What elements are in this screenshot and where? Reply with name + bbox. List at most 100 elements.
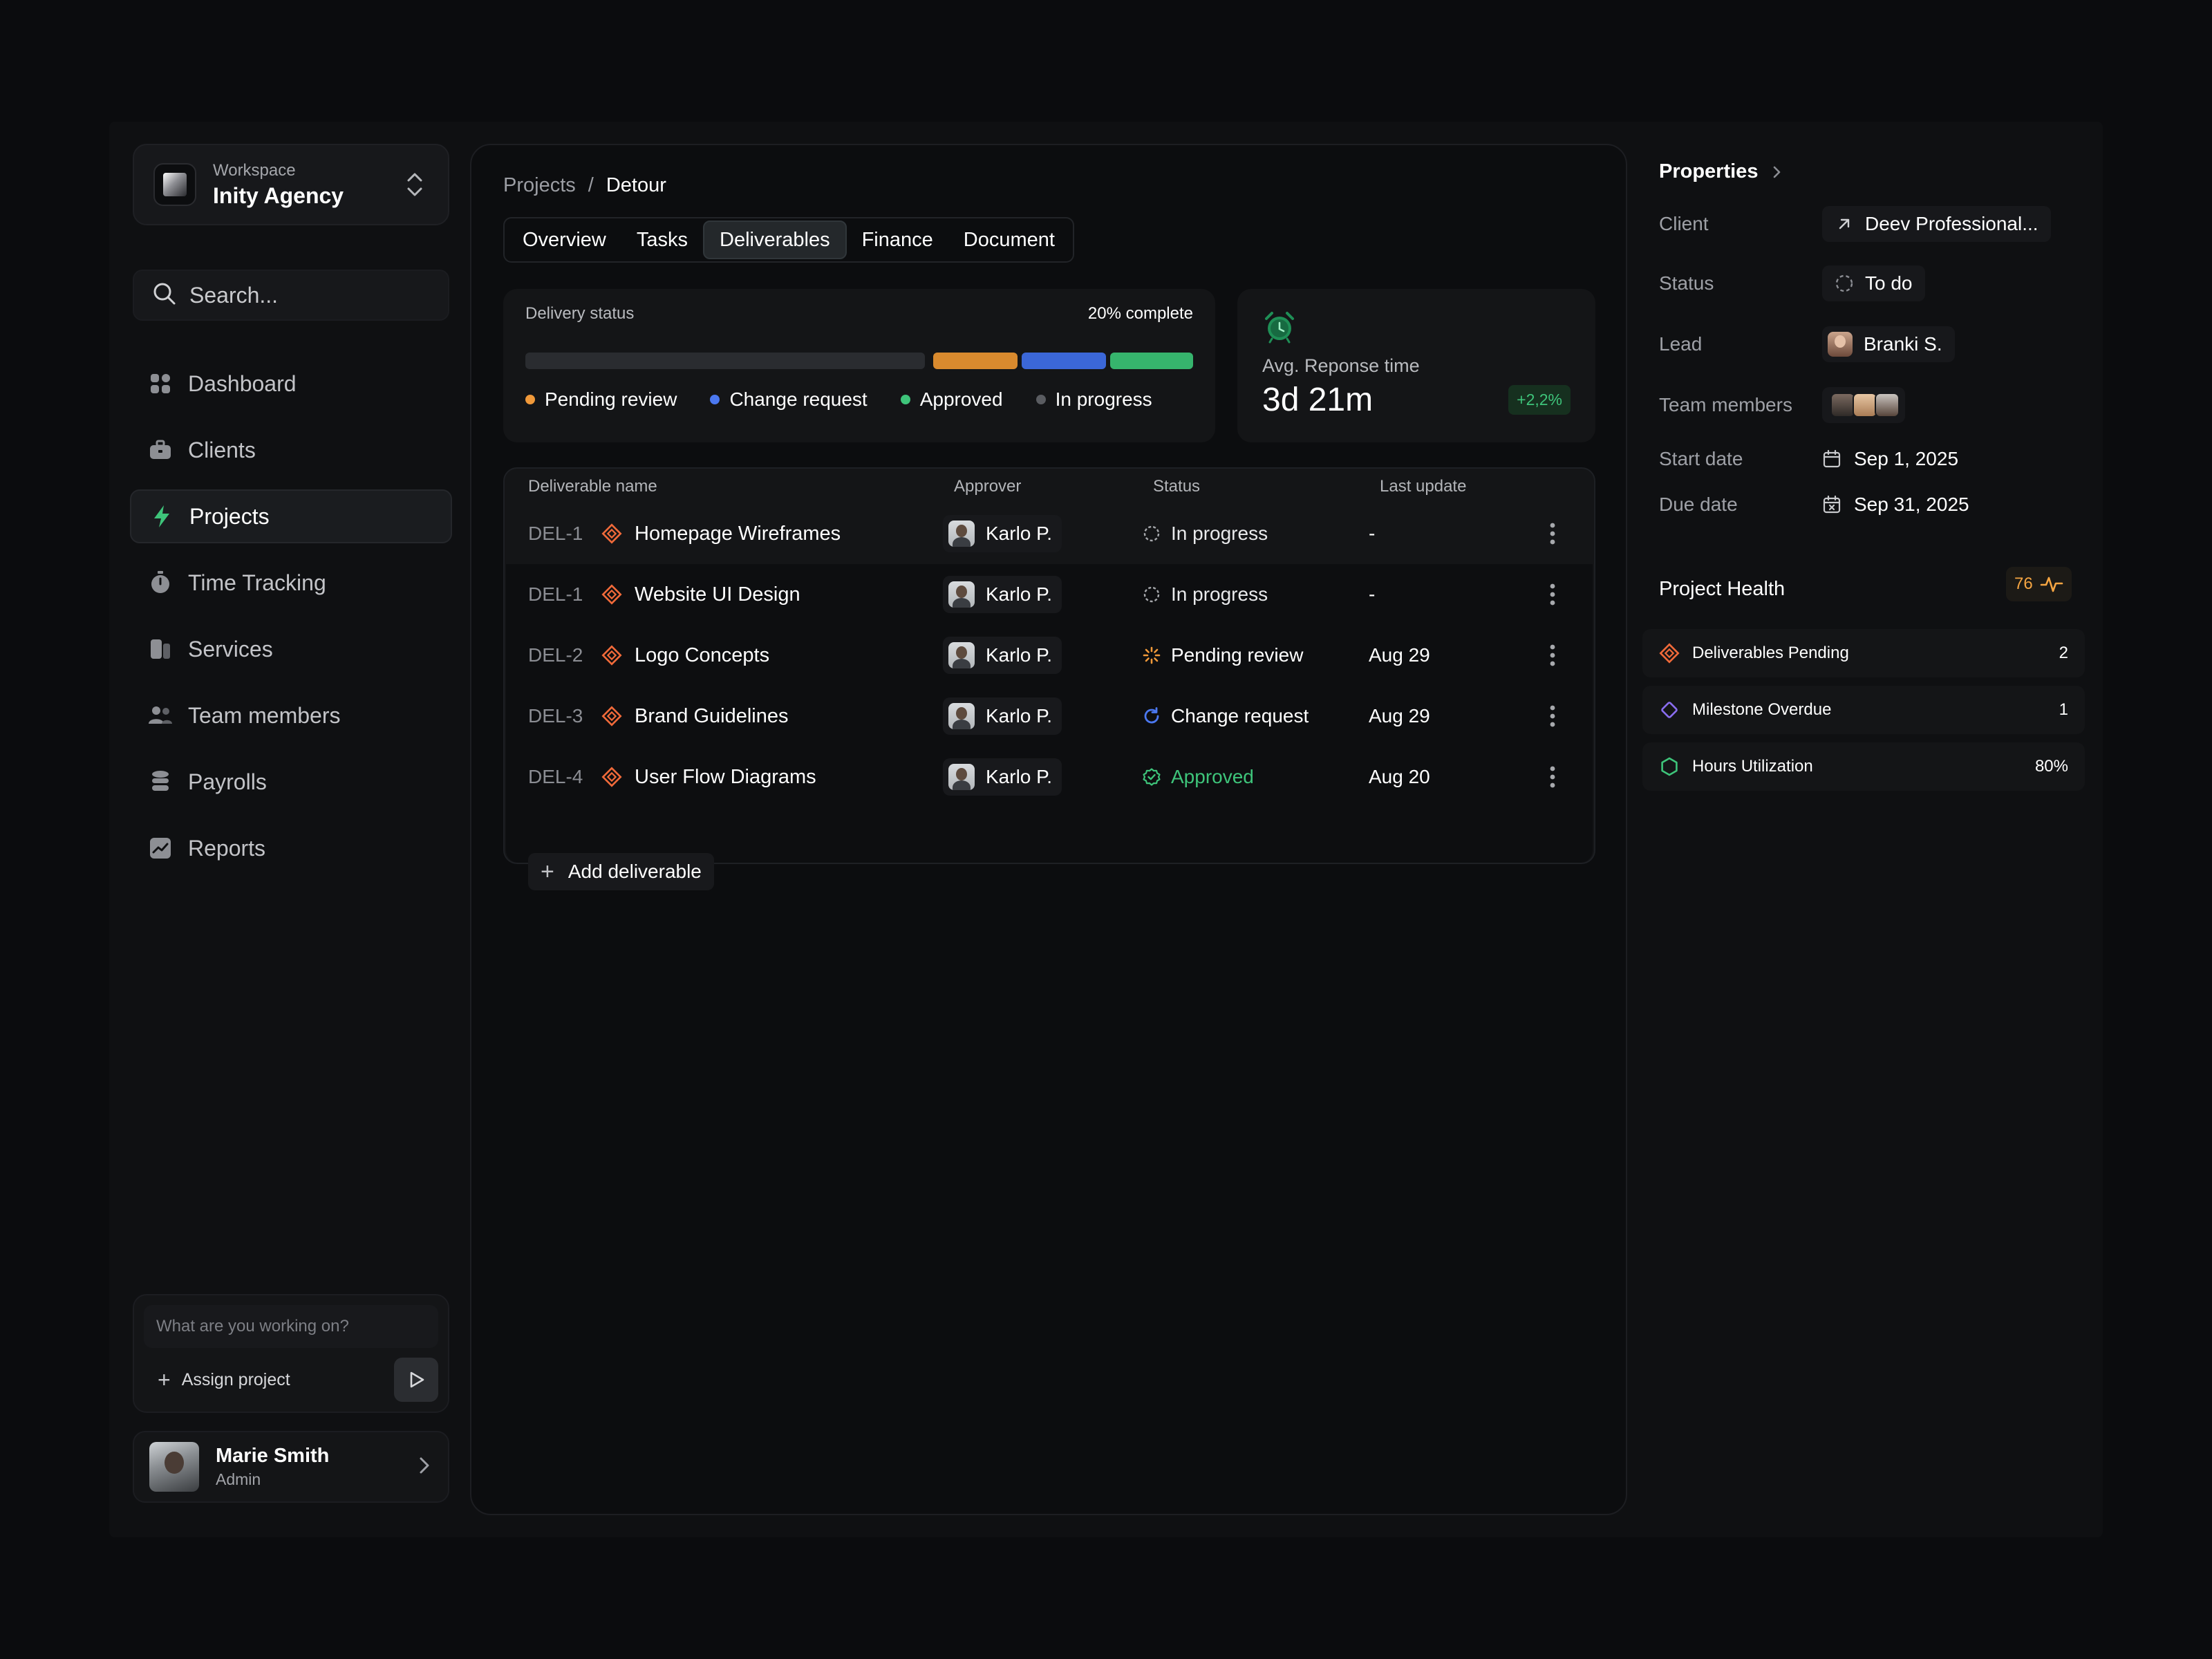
deliverable-code: DEL-3 bbox=[528, 705, 583, 727]
breadcrumb-current: Detour bbox=[606, 174, 666, 196]
properties-title[interactable]: Properties bbox=[1659, 160, 1785, 183]
more-vertical-icon[interactable] bbox=[1539, 625, 1566, 686]
chevron-right-icon bbox=[1774, 166, 1781, 178]
breadcrumb-parent[interactable]: Projects bbox=[503, 174, 576, 197]
sidebar-item-reports[interactable]: Reports bbox=[130, 821, 452, 875]
approver-chip[interactable]: Karlo P. bbox=[943, 515, 1062, 552]
sidebar-item-team-members[interactable]: Team members bbox=[130, 688, 452, 742]
diamond-icon bbox=[1661, 702, 1678, 718]
tab-deliverables[interactable]: Deliverables bbox=[703, 221, 847, 259]
property-client: Client Deev Professional... bbox=[1659, 203, 2051, 245]
app-window: Workspace Inity Agency Search... Dashboa… bbox=[109, 122, 2103, 1537]
delivery-legend: Pending review Change request Approved I… bbox=[525, 388, 1193, 411]
health-item-deliverables-pending[interactable]: Deliverables Pending 2 bbox=[1642, 629, 2085, 677]
table-row[interactable]: DEL-1 Website UI Design Karlo P. In prog… bbox=[506, 564, 1593, 625]
header-deliverable-name: Deliverable name bbox=[528, 477, 657, 496]
user-profile-card[interactable]: Marie Smith Admin bbox=[133, 1431, 449, 1503]
response-time-card: Avg. Reponse time 3d 21m +2,2% bbox=[1237, 289, 1595, 442]
sidebar-item-label: Time Tracking bbox=[188, 570, 326, 595]
approver-chip[interactable]: Karlo P. bbox=[943, 576, 1062, 613]
assign-project-label: Assign project bbox=[181, 1369, 290, 1389]
project-health-title: Project Health bbox=[1659, 578, 1785, 600]
sidebar-item-label: Payrolls bbox=[188, 769, 267, 794]
workspace-logo bbox=[153, 163, 196, 206]
table-row[interactable]: DEL-1 Homepage Wireframes Karlo P. In pr… bbox=[506, 503, 1593, 564]
more-vertical-icon[interactable] bbox=[1539, 564, 1566, 625]
due-date-value[interactable]: Sep 31, 2025 bbox=[1822, 494, 1969, 516]
workspace-switcher[interactable]: Workspace Inity Agency bbox=[133, 144, 449, 225]
assign-project-button[interactable]: + Assign project bbox=[158, 1367, 290, 1393]
property-label: Lead bbox=[1659, 333, 1703, 355]
delivery-status-card: Delivery status 20% complete Pending rev… bbox=[503, 289, 1215, 442]
tab-finance[interactable]: Finance bbox=[847, 221, 948, 259]
play-button[interactable] bbox=[394, 1358, 438, 1402]
approver-chip[interactable]: Karlo P. bbox=[943, 637, 1062, 674]
sidebar-item-services[interactable]: Services bbox=[130, 622, 452, 676]
table-row[interactable]: DEL-4 User Flow Diagrams Karlo P. Approv… bbox=[506, 747, 1593, 807]
legend-dot bbox=[900, 395, 910, 404]
briefcase-icon bbox=[148, 438, 173, 462]
property-due-date: Due date Sep 31, 2025 bbox=[1659, 484, 1969, 525]
property-label: Start date bbox=[1659, 448, 1743, 469]
status-label: In progress bbox=[1171, 523, 1268, 544]
deliverable-name: User Flow Diagrams bbox=[635, 765, 816, 788]
calendar-icon bbox=[1823, 449, 1841, 468]
bar-segment-remaining bbox=[525, 353, 925, 369]
tab-document[interactable]: Document bbox=[948, 221, 1070, 259]
sidebar-item-time-tracking[interactable]: Time Tracking bbox=[130, 556, 452, 610]
last-update: - bbox=[1369, 583, 1376, 605]
legend-label: Change request bbox=[729, 388, 868, 410]
last-update: - bbox=[1369, 523, 1376, 544]
health-item-hours-utilization[interactable]: Hours Utilization 80% bbox=[1642, 742, 2085, 791]
sidebar-nav: Dashboard Clients Projects Time Tracking… bbox=[130, 357, 452, 875]
sidebar-item-dashboard[interactable]: Dashboard bbox=[130, 357, 452, 411]
chevron-right-icon bbox=[416, 1454, 433, 1480]
user-role: Admin bbox=[216, 1470, 261, 1488]
sidebar-item-label: Clients bbox=[188, 437, 256, 462]
health-item-label: Hours Utilization bbox=[1692, 757, 1813, 776]
status-chip[interactable]: To do bbox=[1822, 265, 1925, 301]
more-vertical-icon[interactable] bbox=[1539, 747, 1566, 807]
legend-label: Approved bbox=[919, 388, 1003, 410]
sidebar-item-payrolls[interactable]: Payrolls bbox=[130, 755, 452, 809]
client-chip[interactable]: Deev Professional... bbox=[1822, 206, 2051, 242]
more-vertical-icon[interactable] bbox=[1539, 686, 1566, 747]
working-on-input[interactable]: What are you working on? bbox=[144, 1305, 438, 1348]
chevron-updown-icon[interactable] bbox=[401, 167, 429, 202]
property-label: Team members bbox=[1659, 394, 1792, 415]
start-date-value[interactable]: Sep 1, 2025 bbox=[1822, 448, 1958, 470]
sidebar-item-label: Dashboard bbox=[188, 371, 297, 396]
sidebar-item-label: Projects bbox=[189, 503, 270, 529]
lead-chip[interactable]: Branki S. bbox=[1822, 326, 1955, 362]
more-vertical-icon[interactable] bbox=[1539, 503, 1566, 564]
delivery-complete: 20% complete bbox=[1087, 304, 1193, 323]
plus-icon: + bbox=[541, 858, 554, 885]
add-deliverable-button[interactable]: + Add deliverable bbox=[528, 853, 714, 890]
sidebar-item-projects[interactable]: Projects bbox=[130, 489, 452, 543]
search-input[interactable]: Search... bbox=[133, 270, 449, 321]
health-item-value: 80% bbox=[2034, 757, 2068, 776]
status-label: Approved bbox=[1171, 766, 1254, 787]
sidebar-item-label: Services bbox=[188, 636, 273, 662]
sidebar-item-label: Team members bbox=[188, 702, 341, 728]
table-row[interactable]: DEL-3 Brand Guidelines Karlo P. Change r… bbox=[506, 686, 1593, 747]
team-icon bbox=[148, 703, 173, 728]
approved-check-icon bbox=[1143, 768, 1161, 786]
table-row[interactable]: DEL-2 Logo Concepts Karlo P. Pending rev… bbox=[506, 625, 1593, 686]
health-score: 76 bbox=[2014, 574, 2033, 593]
start-date-text: Sep 1, 2025 bbox=[1854, 448, 1959, 469]
sidebar-item-clients[interactable]: Clients bbox=[130, 423, 452, 477]
approver-chip[interactable]: Karlo P. bbox=[943, 697, 1062, 735]
approver-chip[interactable]: Karlo P. bbox=[943, 758, 1062, 796]
change-request-icon bbox=[1144, 707, 1159, 724]
deliverable-name: Homepage Wireframes bbox=[635, 522, 841, 545]
add-deliverable-label: Add deliverable bbox=[568, 861, 702, 882]
health-score-badge: 76 bbox=[2006, 567, 2072, 601]
approver-name: Karlo P. bbox=[986, 705, 1052, 727]
tab-overview[interactable]: Overview bbox=[507, 221, 621, 259]
status-label: Change request bbox=[1171, 705, 1309, 727]
property-label: Client bbox=[1659, 213, 1709, 234]
tab-tasks[interactable]: Tasks bbox=[621, 221, 703, 259]
health-item-milestone-overdue[interactable]: Milestone Overdue 1 bbox=[1642, 686, 2085, 734]
team-avatars[interactable] bbox=[1822, 387, 1905, 423]
